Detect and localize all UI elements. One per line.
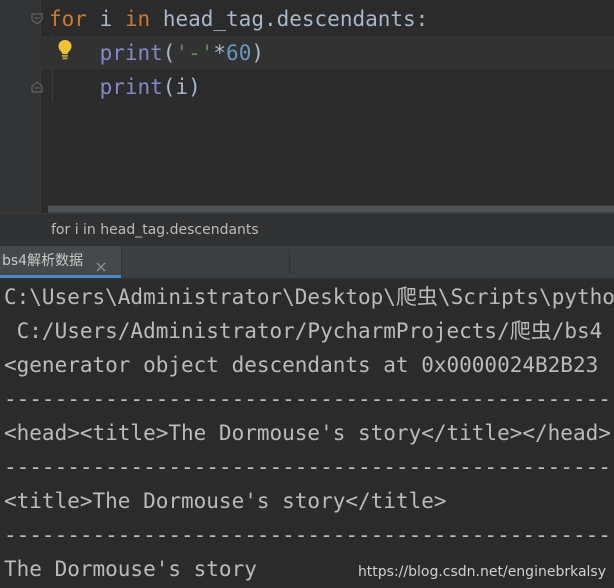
code-line-3[interactable]: print(i) (40, 70, 614, 104)
breadcrumb: for i in head_tag.descendants (0, 213, 614, 247)
code-editor[interactable]: for i in head_tag.descendants: print('-'… (0, 0, 614, 213)
run-tab-label: bs4解析数据 (2, 253, 84, 269)
code-line-text: print('-'*60) (49, 36, 264, 70)
console-line[interactable]: C:\Users\Administrator\Desktop\爬虫\Script… (4, 280, 614, 314)
active-tab-indicator (0, 275, 121, 278)
code-token: for (49, 7, 87, 31)
code-line-1[interactable]: for i in head_tag.descendants: (40, 2, 614, 36)
run-console[interactable]: C:\Users\Administrator\Desktop\爬虫\Script… (0, 279, 614, 588)
breadcrumb-item[interactable]: for i in head_tag.descendants (51, 214, 259, 247)
code-token: (i) (162, 75, 201, 99)
console-line[interactable]: ----------------------------------------… (4, 382, 614, 416)
console-line[interactable]: ----------------------------------------… (4, 450, 614, 484)
editor-gutter[interactable] (0, 0, 41, 213)
code-token: ( (162, 41, 176, 65)
console-line[interactable]: <head><title>The Dormouse's story</title… (4, 416, 611, 450)
watermark-text: https://blog.csdn.net/enginebrkalsy (357, 564, 606, 580)
console-line[interactable]: C:/Users/Administrator/PycharmProjects/爬… (4, 314, 603, 348)
console-line[interactable]: The Dormouse's story (4, 552, 257, 586)
lightbulb-icon[interactable] (57, 39, 73, 61)
console-line[interactable]: <generator object descendants at 0x00000… (4, 348, 598, 382)
code-token: print (99, 75, 163, 99)
code-token: i (86, 7, 125, 31)
console-line[interactable]: ----------------------------------------… (4, 518, 614, 552)
code-token: 60 (226, 41, 252, 65)
run-tool-window-tabs: bs4解析数据 (0, 246, 614, 279)
code-token: '-' (175, 41, 214, 65)
tab-divider (289, 250, 290, 274)
close-icon[interactable] (96, 257, 106, 272)
code-token: in (124, 7, 151, 31)
run-tab-active[interactable]: bs4解析数据 (0, 246, 121, 278)
console-line[interactable]: <title>The Dormouse's story</title> (4, 484, 447, 518)
code-token: print (99, 41, 163, 65)
code-token: * (213, 41, 227, 65)
tab-divider (121, 250, 122, 274)
code-line-2[interactable]: print('-'*60) (40, 36, 614, 70)
code-line-text: for i in head_tag.descendants: (49, 2, 428, 36)
code-token: ) (251, 41, 264, 65)
editor-horizontal-scrollbar[interactable] (48, 205, 614, 213)
code-token: head_tag.descendants: (150, 7, 429, 31)
code-line-text: print(i) (49, 70, 201, 104)
ide-window: for i in head_tag.descendants: print('-'… (0, 0, 614, 588)
scrollbar-thumb[interactable] (48, 206, 614, 212)
